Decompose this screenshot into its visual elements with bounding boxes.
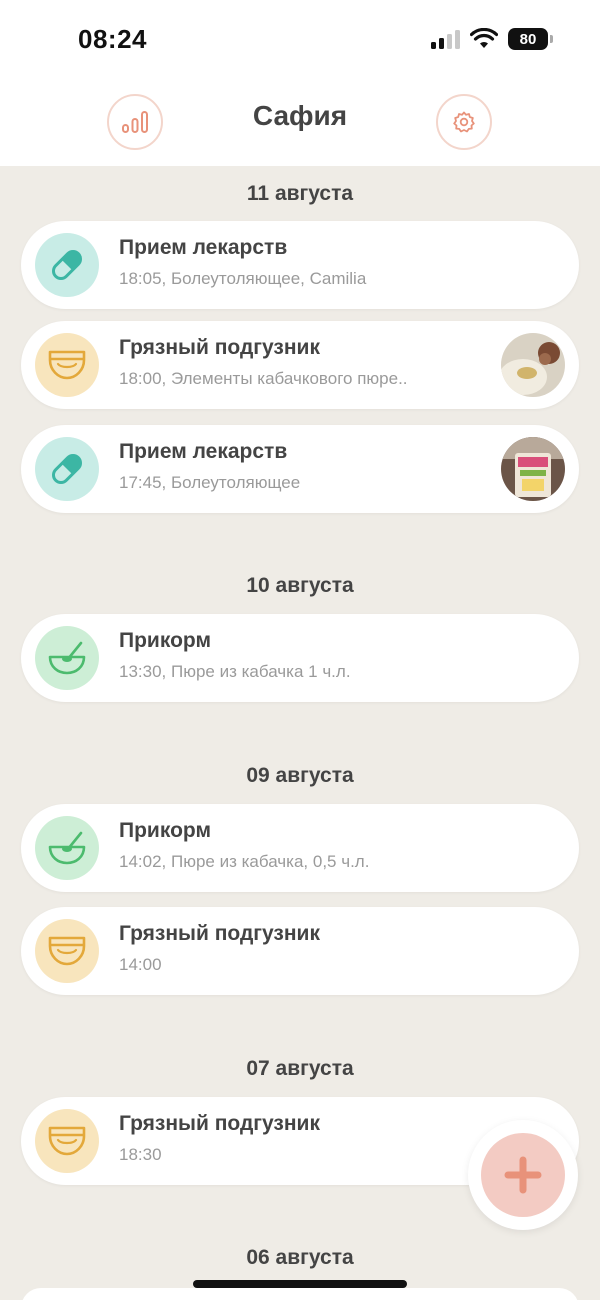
date-header: 06 августа xyxy=(246,1246,354,1269)
app-header: Сафия xyxy=(0,80,600,166)
event-title: Грязный подгузник xyxy=(119,922,320,945)
event-card[interactable]: Грязный подгузник 14:00 xyxy=(21,907,579,995)
event-card[interactable]: Прикорм 13:30, Пюре из кабачка 1 ч.л. xyxy=(21,614,579,702)
date-header: 09 августа xyxy=(246,764,354,787)
diaper-icon xyxy=(35,333,99,397)
diaper-icon xyxy=(35,1109,99,1173)
date-header: 11 августа xyxy=(246,182,354,205)
pill-icon xyxy=(35,233,99,297)
event-subtitle: 14:00 xyxy=(119,955,162,974)
settings-button[interactable] xyxy=(436,94,492,150)
date-header: 10 августа xyxy=(246,574,354,597)
battery-icon: 80 xyxy=(508,28,553,50)
event-subtitle: 18:05, Болеутоляющее, Camilia xyxy=(119,269,367,288)
battery-level: 80 xyxy=(519,30,537,48)
add-event-button[interactable] xyxy=(481,1133,565,1217)
home-indicator[interactable] xyxy=(193,1280,407,1288)
photo-thumbnail[interactable] xyxy=(501,437,565,501)
event-card[interactable]: Грязный подгузник 18:00, Элементы кабачк… xyxy=(21,321,579,409)
event-card[interactable]: Прием лекарств 17:45, Болеутоляющее xyxy=(21,425,579,513)
event-title: Прием лекарств xyxy=(119,440,288,463)
event-title: Прикорм xyxy=(119,819,211,842)
event-subtitle: 17:45, Болеутоляющее xyxy=(119,473,301,492)
event-title: Прием лекарств xyxy=(119,236,288,259)
plus-icon xyxy=(504,1156,542,1194)
event-title: Прикорм xyxy=(119,629,211,652)
event-card[interactable]: Прикорм 14:02, Пюре из кабачка, 0,5 ч.л. xyxy=(21,804,579,892)
cellular-signal-icon xyxy=(431,29,460,49)
bowl-icon xyxy=(35,816,99,880)
status-time: 08:24 xyxy=(78,24,147,54)
event-subtitle: 18:00, Элементы кабачкового пюре.. xyxy=(119,369,408,388)
event-subtitle: 14:02, Пюре из кабачка, 0,5 ч.л. xyxy=(119,852,370,871)
event-title: Грязный подгузник xyxy=(119,1112,320,1135)
pill-icon xyxy=(35,437,99,501)
status-icons: 80 xyxy=(431,28,553,50)
event-card[interactable] xyxy=(21,1288,579,1300)
bowl-icon xyxy=(35,626,99,690)
photo-thumbnail[interactable] xyxy=(501,333,565,397)
page-title: Сафия xyxy=(252,100,348,131)
event-subtitle: 18:30 xyxy=(119,1145,162,1164)
event-subtitle: 13:30, Пюре из кабачка 1 ч.л. xyxy=(119,662,351,681)
event-title: Грязный подгузник xyxy=(119,336,320,359)
date-header: 07 августа xyxy=(246,1057,354,1080)
diaper-icon xyxy=(35,919,99,983)
gear-icon xyxy=(453,111,475,133)
wifi-icon xyxy=(470,28,498,48)
event-card[interactable]: Прием лекарств 18:05, Болеутоляющее, Cam… xyxy=(21,221,579,309)
status-bar: 08:24 80 xyxy=(0,0,600,80)
